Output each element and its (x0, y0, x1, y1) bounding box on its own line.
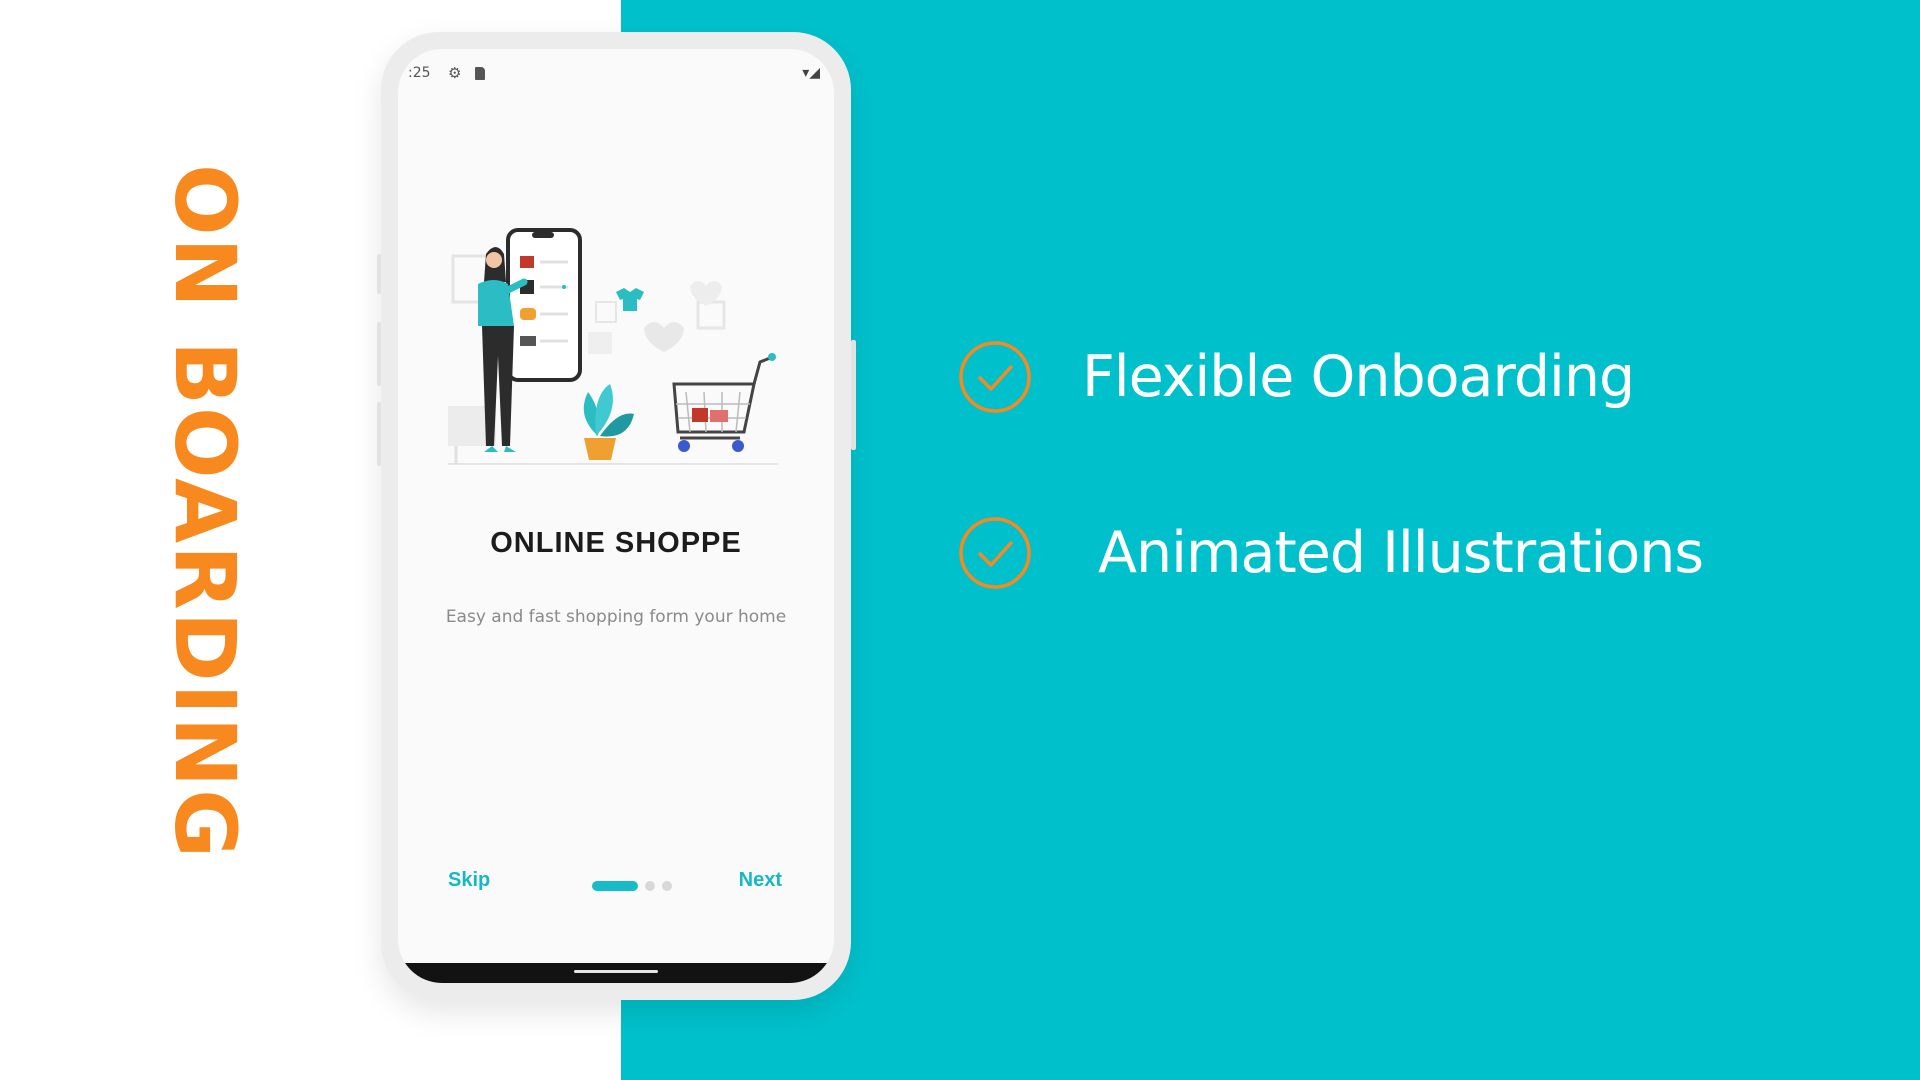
phone-side-button (377, 254, 381, 294)
feature-item: Flexible Onboarding (958, 340, 1858, 420)
feature-item: Animated Illustrations (958, 516, 1858, 596)
feature-label: Animated Illustrations (1098, 520, 1704, 586)
skip-button[interactable]: Skip (448, 869, 490, 892)
online-shopping-illustration (448, 228, 778, 465)
phone-side-button (377, 402, 381, 466)
home-gesture-handle[interactable] (574, 970, 658, 973)
sd-card-icon (475, 67, 485, 80)
phone-screen: :25 ⚙ ▾◢ ONLINE SHOPPE Easy and fast sho… (398, 49, 834, 983)
wifi-icon: ▾◢ (802, 65, 820, 81)
onboarding-title: ONLINE SHOPPE (490, 527, 742, 559)
phone-side-button (377, 322, 381, 386)
check-circle-icon (959, 341, 1031, 413)
page-dot-active[interactable] (592, 881, 638, 891)
status-time: :25 (408, 65, 431, 81)
status-bar: :25 ⚙ ▾◢ (398, 49, 834, 89)
side-title: ON BOARDING (156, 163, 254, 861)
page-dot[interactable] (662, 881, 672, 891)
phone-mockup: :25 ⚙ ▾◢ ONLINE SHOPPE Easy and fast sho… (377, 32, 856, 1000)
check-circle-icon (959, 517, 1031, 589)
gear-icon: ⚙ (448, 64, 462, 82)
onboarding-subtitle: Easy and fast shopping form your home (445, 607, 787, 627)
next-button[interactable]: Next (739, 869, 782, 892)
side-title-container: ON BOARDING (156, 164, 254, 860)
feature-label: Flexible Onboarding (1082, 344, 1635, 410)
page-dot[interactable] (645, 881, 655, 891)
phone-power-button (851, 340, 856, 450)
navigation-bar (398, 963, 834, 983)
